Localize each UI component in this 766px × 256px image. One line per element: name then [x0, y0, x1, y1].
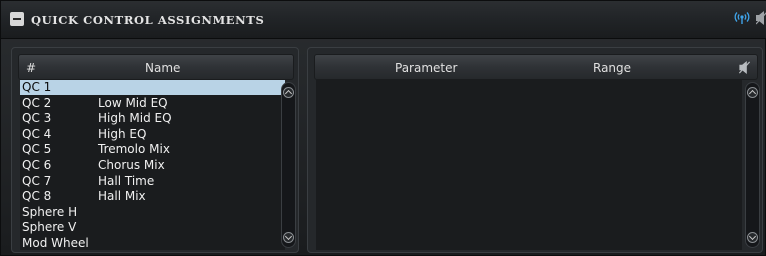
qc-list-row[interactable]: QC 6 Chorus Mix	[20, 158, 285, 173]
column-header-parameter[interactable]: Parameter	[395, 61, 457, 75]
qc-list-row[interactable]: QC 8 Hall Mix	[20, 189, 285, 204]
qc-list-row[interactable]: QC 7 Hall Time	[20, 174, 285, 189]
parameter-list-header: Parameter Range	[314, 54, 758, 80]
column-header-range[interactable]: Range	[593, 61, 631, 75]
scroll-down-button[interactable]	[747, 232, 758, 243]
qc-label: QC 1	[22, 80, 52, 94]
column-header-name[interactable]: Name	[145, 61, 180, 75]
scroll-down-button[interactable]	[283, 232, 294, 243]
qc-assignment-name: Hall Mix	[98, 189, 146, 204]
qc-assignment-name: Chorus Mix	[98, 158, 165, 172]
scroll-up-button[interactable]	[747, 87, 758, 98]
quick-control-panel: QUICK CONTROL ASSIGNMENTS # Name QC 1 QC …	[0, 0, 766, 256]
parameter-list-scrollbar[interactable]	[745, 82, 760, 248]
qc-label: QC 6	[22, 158, 52, 172]
qc-label: QC 2	[22, 95, 52, 110]
qc-list-row[interactable]: QC 2 Low Mid EQ	[20, 96, 285, 111]
broadcast-icon[interactable]	[734, 10, 750, 26]
qc-list: QC 1 QC 2 Low Mid EQ QC 3 High Mid EQ QC 4 Hig…	[20, 80, 285, 250]
qc-list-row[interactable]: QC 3 High Mid EQ	[20, 111, 285, 126]
qc-label: QC 4	[22, 126, 52, 141]
qc-assignment-name: Hall Time	[98, 173, 155, 188]
qc-assignment-name: Tremolo Mix	[98, 142, 170, 157]
qc-label: Mod Wheel	[22, 236, 89, 250]
qc-list-row[interactable]: Mod Wheel	[20, 236, 285, 250]
qc-list-row[interactable]: Sphere V	[20, 220, 285, 235]
qc-label: QC 5	[22, 142, 52, 157]
qc-list-header: # Name	[18, 54, 294, 80]
panel-title: QUICK CONTROL ASSIGNMENTS	[31, 13, 265, 27]
qc-list-row[interactable]: Sphere H	[20, 205, 285, 220]
qc-label: QC 7	[22, 173, 52, 188]
parameter-list-pane: Parameter Range	[307, 47, 763, 253]
qc-label: QC 8	[22, 189, 52, 204]
qc-list-row[interactable]: QC 4 High EQ	[20, 127, 285, 142]
qc-label: Sphere H	[22, 204, 78, 219]
qc-assignment-name: High Mid EQ	[98, 111, 172, 126]
parameter-list	[316, 80, 742, 250]
qc-list-row[interactable]: QC 1	[20, 80, 285, 95]
minus-square-icon[interactable]	[10, 12, 24, 26]
column-header-number[interactable]: #	[26, 61, 36, 75]
qc-list-row[interactable]: QC 5 Tremolo Mix	[20, 142, 285, 157]
speaker-mute-icon[interactable]	[756, 11, 766, 25]
speaker-mute-icon[interactable]	[739, 61, 750, 74]
qc-label: QC 3	[22, 111, 52, 126]
qc-list-scrollbar[interactable]	[281, 82, 296, 248]
qc-assignment-name: Low Mid EQ	[98, 95, 168, 110]
title-bar: QUICK CONTROL ASSIGNMENTS	[1, 1, 766, 39]
qc-list-pane: # Name QC 1 QC 2 Low Mid EQ QC 3 High Mid EQ…	[11, 47, 299, 253]
qc-assignment-name: High EQ	[98, 126, 147, 141]
scroll-up-button[interactable]	[283, 87, 294, 98]
qc-label: Sphere V	[22, 220, 77, 235]
